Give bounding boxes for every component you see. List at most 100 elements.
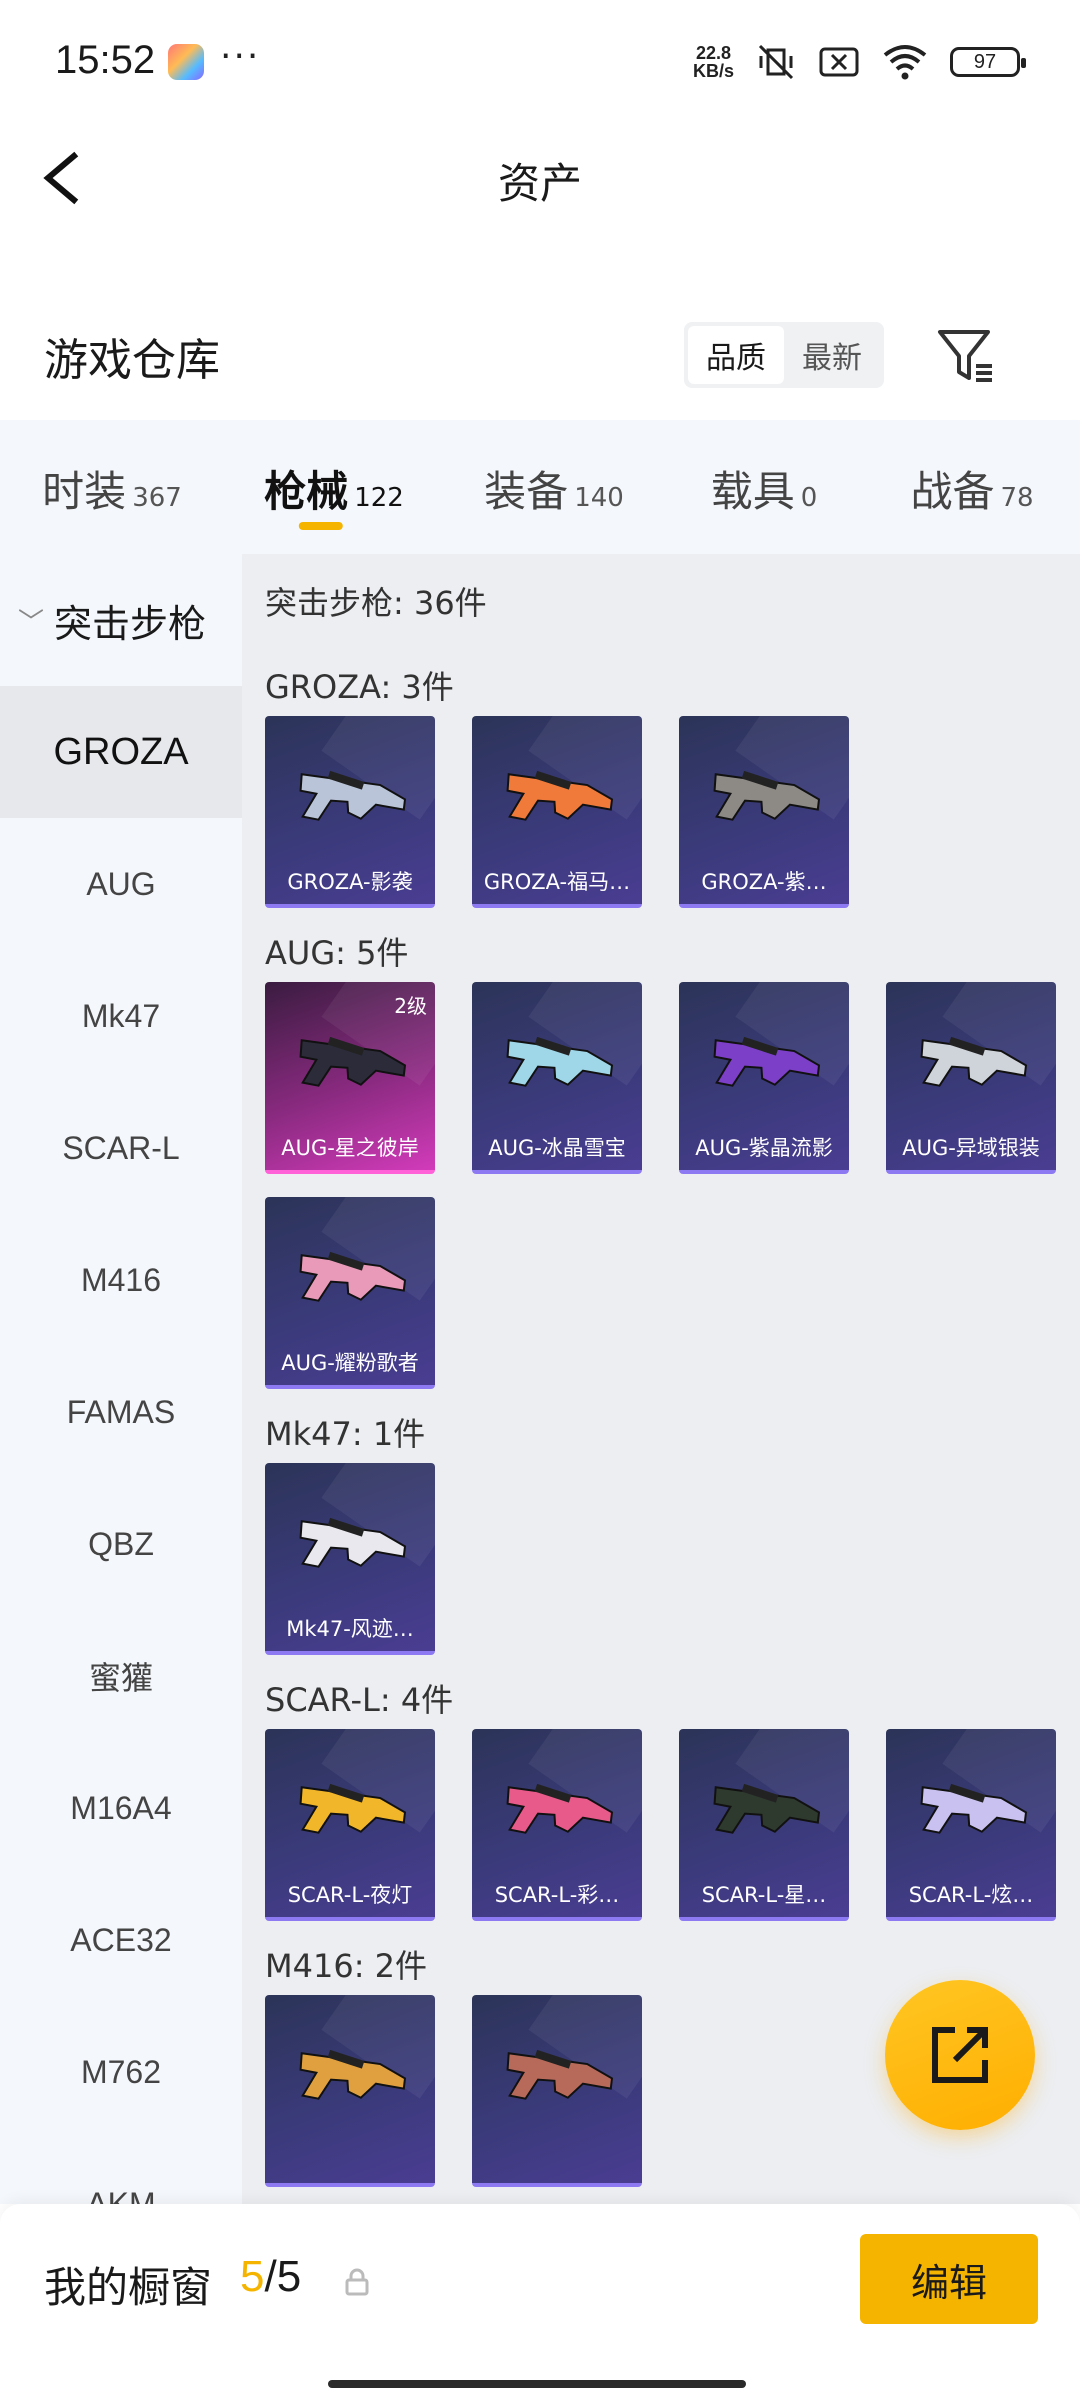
weapon-skin-image <box>299 1783 407 1834</box>
page-title: 资产 <box>497 159 582 208</box>
weapon-skin-image <box>299 1517 407 1568</box>
skin-card[interactable]: GROZA-紫… <box>679 716 849 908</box>
sidebar-item-groza[interactable]: GROZA <box>0 686 242 818</box>
skin-name: AUG-紫晶流影 <box>695 1136 833 1160</box>
battery-icon: 97 <box>950 47 1026 77</box>
wifi-icon <box>883 45 927 80</box>
tab-count: 78 <box>1000 483 1034 513</box>
skin-card[interactable]: Mk47-风迹… <box>265 1463 435 1655</box>
tab-label: 载具 <box>710 467 795 516</box>
weapon-skin-image <box>506 770 614 821</box>
skin-level-badge: 2级 <box>394 994 427 1018</box>
sort-option-newest[interactable]: 最新 <box>784 326 880 384</box>
weapon-skin-image <box>713 770 821 821</box>
tab-count: 0 <box>800 483 818 513</box>
skin-name: GROZA-影袭 <box>287 870 413 894</box>
skin-card[interactable] <box>472 1995 642 2187</box>
category-summary: 突击步枪: 36件 <box>265 584 487 622</box>
sidebar-item-ace32[interactable]: ACE32 <box>0 1874 242 2006</box>
skin-grid: GROZA-影袭 GROZA-福马… GROZA-紫… <box>265 716 1080 908</box>
tab-count: 122 <box>354 483 404 513</box>
tab-count: 367 <box>132 483 182 513</box>
home-indicator[interactable] <box>328 2380 746 2388</box>
tab-label: 装备 <box>484 467 569 516</box>
skin-card[interactable] <box>265 1995 435 2187</box>
skin-name: GROZA-紫… <box>701 870 827 894</box>
skin-card[interactable]: GROZA-福马… <box>472 716 642 908</box>
sim-x-icon <box>819 47 859 77</box>
skin-grid: 2级 AUG-星之彼岸 AUG-冰晶雪宝 AUG-紫晶流影 AUG-异域银装 AUG-耀粉… <box>265 982 1080 1389</box>
share-icon <box>932 2027 988 2083</box>
skin-name: AUG-冰晶雪宝 <box>488 1136 626 1160</box>
skin-card[interactable]: AUG-耀粉歌者 <box>265 1197 435 1389</box>
weapon-sidebar: ﹀ 突击步枪 GROZA AUG Mk47 SCAR-L M416 FAMAS … <box>0 554 242 2204</box>
net-speed: 22.8 KB/s <box>693 44 734 80</box>
tab-active-indicator <box>298 522 343 530</box>
vibrate-off-icon <box>758 44 794 80</box>
tab-weapons[interactable]: 枪械 122 <box>224 420 444 554</box>
sidebar-item-mk47[interactable]: Mk47 <box>0 950 242 1082</box>
sort-option-quality[interactable]: 品质 <box>688 326 784 384</box>
tab-count: 140 <box>574 483 624 513</box>
skin-name: SCAR-L-彩… <box>494 1883 620 1907</box>
weapon-skin-image <box>299 1251 407 1302</box>
tab-vehicles[interactable]: 载具 0 <box>664 420 864 554</box>
showcase-used: 5 <box>240 2252 265 2301</box>
tab-equipment[interactable]: 装备 140 <box>444 420 664 554</box>
share-button[interactable] <box>885 1980 1035 2130</box>
skin-name: AUG-耀粉歌者 <box>281 1351 419 1375</box>
tab-fashion[interactable]: 时装 367 <box>0 420 224 554</box>
battery-level: 97 <box>973 50 997 73</box>
skin-card[interactable]: AUG-异域银装 <box>886 982 1056 1174</box>
skin-card[interactable]: SCAR-L-夜灯 <box>265 1729 435 1921</box>
skin-name: Mk47-风迹… <box>286 1617 414 1641</box>
weapon-skin-image <box>920 1783 1028 1834</box>
tab-label: 枪械 <box>264 467 349 516</box>
repo-row: 游戏仓库 品质 最新 <box>0 300 1080 410</box>
skin-card[interactable]: SCAR-L-炫… <box>886 1729 1056 1921</box>
skin-card[interactable]: SCAR-L-彩… <box>472 1729 642 1921</box>
skin-card[interactable]: GROZA-影袭 <box>265 716 435 908</box>
weapon-skin-image <box>506 1036 614 1087</box>
group-title: AUG: 5件 <box>265 934 409 972</box>
sidebar-item-scar-l[interactable]: SCAR-L <box>0 1082 242 1214</box>
group-title: Mk47: 1件 <box>265 1415 426 1453</box>
skin-card[interactable]: 2级 AUG-星之彼岸 <box>265 982 435 1174</box>
header: 资产 <box>0 128 1080 238</box>
status-bar: 15:52 ··· 22.8 KB/s 97 <box>0 0 1080 128</box>
chevron-down-icon: ﹀ <box>18 607 45 638</box>
filter-button[interactable] <box>936 326 996 386</box>
sidebar-item-famas[interactable]: FAMAS <box>0 1346 242 1478</box>
sidebar-item-m16a4[interactable]: M16A4 <box>0 1742 242 1874</box>
showcase-total: 5 <box>276 2252 302 2301</box>
sidebar-item-m416[interactable]: M416 <box>0 1214 242 1346</box>
skin-name <box>265 2143 435 2179</box>
sidebar-item-aug[interactable]: AUG <box>0 818 242 950</box>
skin-card[interactable]: AUG-冰晶雪宝 <box>472 982 642 1174</box>
sidebar-item-m762[interactable]: M762 <box>0 2006 242 2138</box>
filter-icon <box>938 330 992 382</box>
sidebar-item-akm[interactable]: AKM <box>0 2138 242 2205</box>
skin-card[interactable]: AUG-紫晶流影 <box>679 982 849 1174</box>
repo-title: 游戏仓库 <box>44 335 220 386</box>
skin-grid: Mk47-风迹… <box>265 1463 1080 1655</box>
tab-supplies[interactable]: 战备 78 <box>864 420 1080 554</box>
weapon-skin-image <box>506 2049 614 2100</box>
showcase-count: 5/5 <box>240 2252 301 2302</box>
weapon-skin-image <box>299 770 407 821</box>
more-notifications-icon: ··· <box>220 36 261 77</box>
game-app-icon <box>168 44 204 80</box>
skin-name: SCAR-L-炫… <box>908 1883 1034 1907</box>
sidebar-item-qbz[interactable]: QBZ <box>0 1478 242 1610</box>
skin-card[interactable]: SCAR-L-星… <box>679 1729 849 1921</box>
skin-name <box>472 2143 642 2179</box>
group-title: SCAR-L: 4件 <box>265 1681 454 1719</box>
status-time: 15:52 <box>55 38 156 82</box>
sidebar-item-honey-badger[interactable]: 蜜獾 <box>0 1610 242 1742</box>
showcase-bar: 我的橱窗 5/5 编辑 <box>0 2204 1080 2400</box>
edit-button[interactable]: 编辑 <box>860 2234 1038 2324</box>
weapon-list[interactable]: 突击步枪: 36件 GROZA: 3件 GROZA-影袭 GROZA-福马… GROZ… <box>242 554 1080 2204</box>
sidebar-group-assault-rifle[interactable]: ﹀ 突击步枪 <box>0 554 242 686</box>
status-icons: 22.8 KB/s 97 <box>693 40 1026 84</box>
sort-toggle: 品质 最新 <box>684 322 884 388</box>
